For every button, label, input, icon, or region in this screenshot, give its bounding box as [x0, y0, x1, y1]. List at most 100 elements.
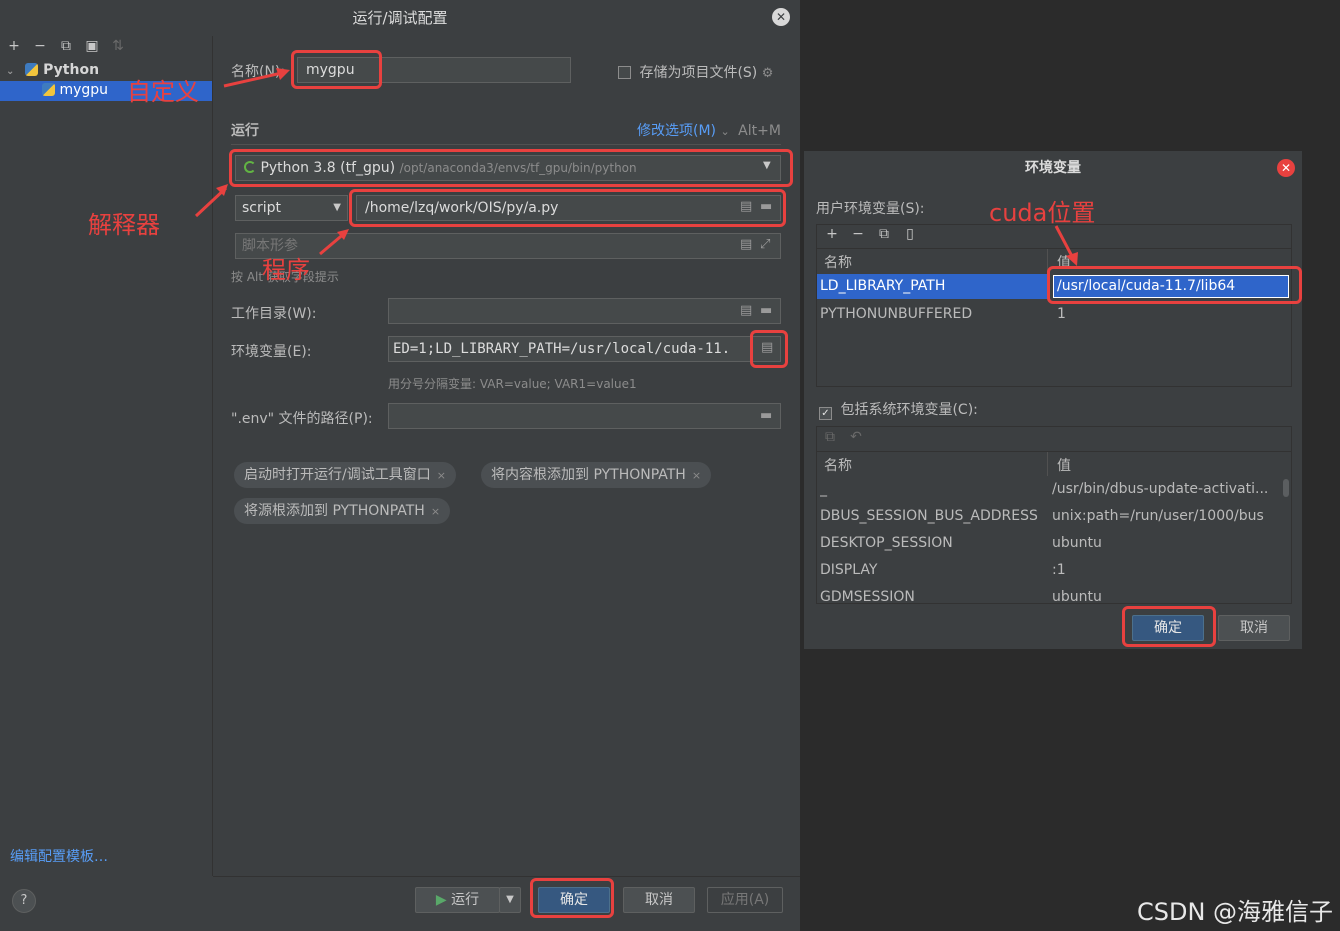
close-icon[interactable]: × [692, 469, 701, 482]
add-icon[interactable]: + [822, 226, 842, 242]
annotation-custom: 自定义 [127, 78, 199, 106]
expand-icon[interactable]: ▤ [740, 303, 752, 318]
user-var-name: LD_LIBRARY_PATH [820, 278, 946, 294]
add-icon[interactable]: + [4, 38, 24, 54]
close-icon[interactable]: × [431, 505, 440, 518]
tree-toolbar: + − ⧉ ▣ ⇅ [4, 38, 128, 54]
chevron-down-icon[interactable]: ⌄ [6, 66, 14, 77]
cancel-button[interactable]: 取消 [623, 887, 695, 913]
remove-icon[interactable]: − [30, 38, 50, 54]
highlight-env-ok [1122, 606, 1216, 647]
play-icon: ▶ [435, 892, 447, 908]
dotenv-input[interactable] [388, 403, 781, 429]
chip-open-tool-window[interactable]: 启动时打开运行/调试工具窗口 × [234, 462, 456, 488]
gear-icon[interactable]: ⚙ [762, 66, 774, 81]
python-icon [25, 63, 39, 76]
user-var-value: 1 [1057, 306, 1066, 322]
include-system-checkbox[interactable]: ✓ [819, 407, 832, 420]
column-header-name[interactable]: 名称 [824, 455, 852, 475]
tree-item-label: mygpu [59, 82, 109, 98]
dotenv-label: ".env" 文件的路径(P): [231, 411, 373, 427]
shortcut-label: Alt+M [738, 123, 781, 139]
remove-icon[interactable]: − [848, 226, 868, 242]
highlight-cuda [1047, 266, 1302, 304]
chip-source-root[interactable]: 将源根添加到 PYTHONPATH × [234, 498, 451, 524]
tree-group-label: Python [43, 62, 100, 78]
tree-group-python[interactable]: ⌄ Python [6, 62, 99, 78]
script-type-select[interactable]: script ▼ [235, 195, 348, 221]
close-icon[interactable]: ✕ [772, 8, 790, 26]
annotation-program: 程序 [262, 256, 310, 284]
arrow-icon [319, 229, 349, 256]
user-vars-label: 用户环境变量(S): [816, 201, 925, 217]
folder-icon[interactable]: ▣ [82, 38, 102, 54]
divider [213, 876, 800, 877]
store-label: 存储为项目文件(S) [639, 65, 758, 81]
column-header-value[interactable]: 值 [1057, 455, 1071, 475]
system-vars-body: _ /usr/bin/dbus-update-activati... DBUS_… [817, 477, 1280, 603]
help-button[interactable]: ? [12, 889, 36, 913]
run-label: 运行 [451, 892, 480, 908]
highlight-env-button [750, 330, 788, 368]
copy-icon[interactable]: ⧉ [820, 429, 840, 445]
config-tree-panel [0, 36, 213, 876]
edit-templates-link[interactable]: 编辑配置模板… [10, 846, 108, 866]
close-icon[interactable]: ✕ [1277, 159, 1295, 177]
store-project-row[interactable]: 存储为项目文件(S) ⚙ [618, 62, 773, 82]
copy-icon[interactable]: ⧉ [56, 38, 76, 54]
sort-icon[interactable]: ⇅ [108, 38, 128, 54]
folder-icon[interactable]: ▬ [760, 303, 772, 318]
highlight-name [291, 50, 382, 89]
column-header-name[interactable]: 名称 [824, 252, 852, 272]
chevron-down-icon: ⌄ [720, 125, 730, 138]
highlight-interpreter [229, 149, 793, 187]
chip-label: 将内容根添加到 PYTHONPATH [491, 467, 686, 483]
maximize-icon[interactable]: ⤢ [760, 237, 770, 252]
arrow-icon [194, 184, 228, 218]
run-button[interactable]: ▶ 运行 [415, 887, 500, 913]
divider [817, 451, 1291, 452]
tree-item-row: mygpu [42, 82, 108, 98]
undo-icon[interactable]: ↶ [846, 429, 866, 445]
python-icon [42, 83, 55, 96]
divider [231, 144, 781, 145]
system-var-value: ubuntu [1052, 589, 1102, 603]
system-var-value: ubuntu [1052, 535, 1102, 551]
copy-icon[interactable]: ⧉ [874, 226, 894, 242]
highlight-ok [530, 878, 614, 918]
include-system-label: 包括系统环境变量(C): [840, 402, 978, 418]
env-hint: 用分号分隔变量: VAR=value; VAR1=value1 [388, 377, 637, 391]
script-type-value: script [242, 200, 282, 216]
highlight-script [349, 189, 786, 227]
arrow-icon [1054, 225, 1078, 266]
user-var-name: PYTHONUNBUFFERED [820, 306, 973, 322]
store-checkbox[interactable] [618, 66, 631, 79]
env-cancel-button[interactable]: 取消 [1218, 615, 1290, 641]
column-divider [1047, 452, 1048, 476]
expand-icon[interactable]: ▤ [740, 237, 752, 252]
folder-icon[interactable]: ▬ [760, 408, 772, 423]
system-var-value: unix:path=/run/user/1000/bus [1052, 508, 1264, 524]
arrow-icon [223, 68, 290, 88]
user-vars-toolbar: + − ⧉ ▯ [822, 226, 920, 242]
workdir-label: 工作目录(W): [231, 306, 317, 322]
chip-label: 启动时打开运行/调试工具窗口 [244, 467, 431, 483]
modify-options-link[interactable]: 修改选项(M) [637, 123, 716, 139]
workdir-input[interactable] [388, 298, 781, 324]
apply-button[interactable]: 应用(A) [707, 887, 783, 913]
env-label: 环境变量(E): [231, 344, 312, 360]
modify-options[interactable]: 修改选项(M) ⌄ Alt+M [637, 120, 781, 140]
run-config-dialog: 运行/调试配置 ✕ + − ⧉ ▣ ⇅ ⌄ Python mygpu 编辑配置模… [0, 0, 800, 931]
system-var-value: /usr/bin/dbus-update-activati... [1052, 481, 1269, 497]
run-dropdown-button[interactable]: ▼ [499, 887, 521, 913]
paste-icon[interactable]: ▯ [900, 226, 920, 242]
dialog-title: 运行/调试配置 [352, 9, 448, 27]
env-input[interactable]: ED=1;LD_LIBRARY_PATH=/usr/local/cuda-11. [388, 336, 781, 362]
chip-content-root[interactable]: 将内容根添加到 PYTHONPATH × [481, 462, 712, 488]
scrollbar-thumb[interactable] [1283, 479, 1289, 497]
system-vars-toolbar: ⧉ ↶ [820, 429, 866, 445]
include-system-row[interactable]: ✓ 包括系统环境变量(C): [819, 399, 978, 420]
system-var-name: _ [820, 481, 827, 497]
system-var-value: :1 [1052, 562, 1066, 578]
close-icon[interactable]: × [437, 469, 446, 482]
